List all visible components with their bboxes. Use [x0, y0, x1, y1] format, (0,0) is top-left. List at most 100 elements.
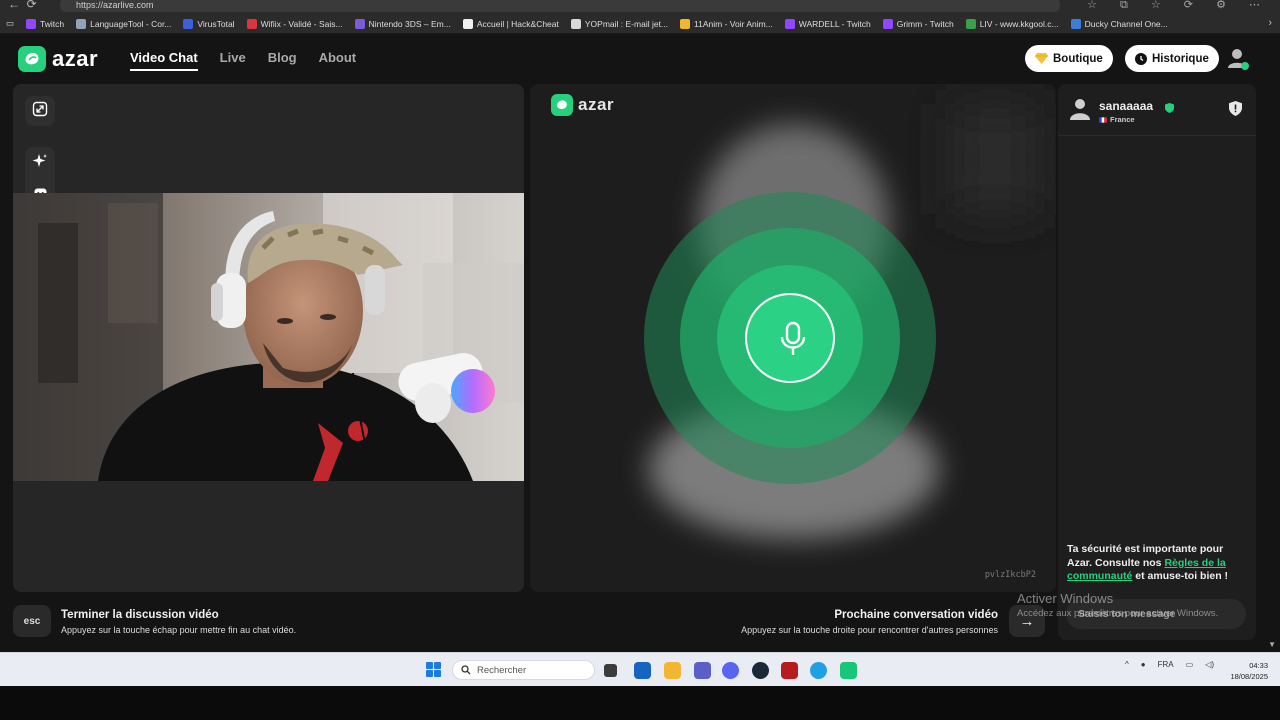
verified-shield-icon — [1165, 100, 1174, 118]
stranger-video-panel: azar pvlzIkcbP2 — [530, 84, 1056, 592]
bookmark-label: LIV - www.kkgool.c... — [979, 18, 1059, 29]
nav-blog[interactable]: Blog — [268, 50, 297, 71]
main-nav: Video Chat Live Blog About — [130, 50, 378, 71]
bookmark-item[interactable]: Grimm - Twitch — [882, 18, 954, 29]
bookmark-item[interactable]: WARDELL - Twitch — [784, 18, 871, 29]
bookmark-label: Twitch — [40, 18, 65, 29]
peer-avatar-icon[interactable] — [1070, 98, 1090, 120]
url-field[interactable]: https://azarlive.com — [60, 0, 1060, 12]
profile-avatar[interactable] — [1226, 46, 1250, 70]
browser-toolbar-icons[interactable]: ☆ ⧉ ☆ ⟳ ⚙ ⋯ — [1087, 0, 1270, 12]
historique-button[interactable]: Historique — [1125, 45, 1219, 72]
azar-watermark-icon — [551, 94, 573, 116]
bookmark-item[interactable]: LIV - www.kkgool.c... — [965, 18, 1059, 29]
outlook-icon[interactable] — [634, 662, 651, 679]
azar-watermark-text: azar — [578, 95, 615, 114]
activation-subtitle: Accédez aux paramètres pour activer Wind… — [1017, 608, 1219, 619]
file-explorer-icon[interactable] — [664, 662, 681, 679]
next-chat-subtitle: Appuyez sur la touche droite pour rencon… — [741, 625, 998, 635]
bookmark-favicon-icon — [680, 18, 691, 29]
bookmark-item[interactable]: Ducky Channel One... — [1070, 18, 1168, 29]
discord-icon[interactable] — [722, 662, 739, 679]
bookmark-item[interactable]: Twitch — [26, 18, 65, 29]
bookmark-label: 11Anim - Voir Anim... — [694, 18, 773, 29]
fullscreen-button[interactable] — [25, 96, 55, 126]
bookmark-label: Wifiix - Validé - Sais... — [260, 18, 343, 29]
expand-icon — [32, 101, 48, 122]
bookmark-item[interactable]: LanguageTool - Cor... — [76, 18, 172, 29]
task-view-icon[interactable] — [604, 664, 617, 677]
peer-info: sanaaaaa France — [1058, 84, 1256, 136]
search-icon — [461, 665, 471, 675]
bookmark-item[interactable]: YOPmail : E-mail jet... — [570, 18, 669, 29]
screen: ← ⟳ https://azarlive.com ☆ ⧉ ☆ ⟳ ⚙ ⋯ ▭ T… — [0, 0, 1280, 720]
teams-icon[interactable] — [694, 662, 711, 679]
bookmark-favicon-icon — [26, 18, 37, 29]
gem-icon — [1035, 53, 1048, 64]
safety-notice: Ta sécurité est importante pour Azar. Co… — [1067, 543, 1247, 584]
bookmark-item[interactable]: Wifiix - Validé - Sais... — [246, 18, 343, 29]
stranger-azar-watermark: azar — [551, 94, 614, 116]
peer-name: sanaaaaa — [1099, 99, 1154, 113]
self-camera-feed — [13, 193, 524, 481]
microphone-icon[interactable] — [778, 321, 808, 362]
bookmark-label: VirusTotal — [197, 18, 235, 29]
mic-tray-icon[interactable]: ● — [1141, 660, 1146, 669]
steam-icon[interactable] — [752, 662, 769, 679]
windows-start-icon[interactable] — [426, 662, 441, 677]
bookmark-item[interactable]: Nintendo 3DS – Em... — [354, 18, 451, 29]
windows-taskbar: Rechercher ^ ● FRA ▭ ◁) 04:33 18/08/2025 — [0, 652, 1280, 686]
sparkle-icon[interactable] — [32, 153, 48, 174]
bookmark-label: LanguageTool - Cor... — [90, 18, 172, 29]
clock[interactable]: 04:33 18/08/2025 — [1230, 660, 1268, 682]
bookmark-item[interactable]: VirusTotal — [183, 18, 235, 29]
browser-address-bar: ← ⟳ https://azarlive.com ☆ ⧉ ☆ ⟳ ⚙ ⋯ — [0, 0, 1280, 14]
bookmark-favicon-icon — [246, 18, 257, 29]
bookmark-label: Accueil | Hack&Cheat — [476, 18, 559, 29]
bookmark-item[interactable]: 11Anim - Voir Anim... — [680, 18, 773, 29]
room-id: pvlzIkcbP2 — [984, 570, 1036, 580]
boutique-label: Boutique — [1053, 52, 1103, 65]
clock-icon — [1135, 52, 1147, 65]
bookmark-label: YOPmail : E-mail jet... — [584, 18, 669, 29]
bookmark-label: WARDELL - Twitch — [798, 18, 871, 29]
azar-logo[interactable]: azar — [18, 46, 98, 72]
browser-back-icon[interactable]: ← ⟳ — [8, 0, 37, 11]
report-shield-icon[interactable] — [1229, 101, 1242, 121]
scroll-down-icon[interactable]: ▼ — [1268, 640, 1276, 649]
peer-country: France — [1110, 115, 1135, 124]
bookmark-favicon-icon — [965, 18, 976, 29]
tray-chevron-icon[interactable]: ^ — [1125, 660, 1129, 669]
bookmark-item[interactable]: Accueil | Hack&Cheat — [462, 18, 559, 29]
language-indicator[interactable]: FRA — [1158, 660, 1174, 669]
bookmark-favicon-icon — [76, 18, 87, 29]
chat-panel: sanaaaaa France Ta sécurité est importan… — [1058, 84, 1256, 640]
volume-icon[interactable]: ◁) — [1205, 660, 1214, 669]
taskbar-search[interactable]: Rechercher — [452, 660, 595, 680]
search-label: Rechercher — [477, 664, 527, 676]
nav-about[interactable]: About — [319, 50, 357, 71]
reading-list-icon[interactable]: ▭ — [6, 18, 14, 29]
france-flag-icon — [1099, 116, 1107, 123]
bookmark-favicon-icon — [183, 18, 194, 29]
end-chat-subtitle: Appuyez sur la touche échap pour mettre … — [61, 625, 297, 635]
safety-text-after: et amuse-toi bien ! — [1132, 570, 1229, 582]
boutique-button[interactable]: Boutique — [1025, 45, 1113, 72]
network-icon[interactable]: ▭ — [1186, 660, 1194, 669]
clock-time: 04:33 — [1249, 661, 1268, 670]
historique-label: Historique — [1152, 52, 1209, 65]
app-icon[interactable] — [781, 662, 798, 679]
bookmark-label: Nintendo 3DS – Em... — [368, 18, 451, 29]
bookmark-favicon-icon — [462, 18, 473, 29]
edge-icon[interactable] — [810, 662, 827, 679]
activation-title: Activer Windows — [1017, 591, 1114, 606]
esc-key-button[interactable]: esc — [13, 605, 51, 637]
bookmark-label: Ducky Channel One... — [1084, 18, 1168, 29]
nav-live[interactable]: Live — [220, 50, 246, 71]
bookmark-favicon-icon — [570, 18, 581, 29]
bookmarks-overflow-icon[interactable]: › — [1268, 17, 1272, 29]
azar-taskbar-icon[interactable] — [840, 662, 857, 679]
nav-video-chat[interactable]: Video Chat — [130, 50, 198, 71]
bookmark-favicon-icon — [1070, 18, 1081, 29]
brand-name: azar — [52, 46, 99, 71]
